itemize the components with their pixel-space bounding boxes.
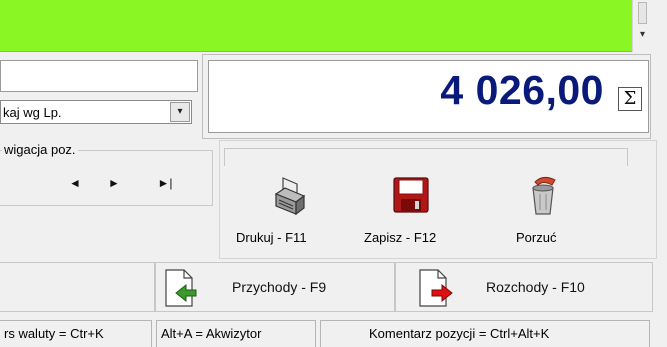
income-button-label: Przychody - F9 (232, 279, 327, 295)
print-button-label: Drukuj - F11 (236, 230, 307, 245)
trash-bin-icon (532, 176, 556, 215)
total-display: 4 026,00 Σ (208, 60, 649, 133)
search-input[interactable] (0, 60, 198, 92)
discard-button-label: Porzuć (516, 230, 557, 245)
income-document-icon (165, 269, 197, 307)
scrollbar-thumb[interactable] (638, 2, 647, 24)
save-button[interactable]: Zapisz - F12 (364, 170, 456, 250)
sort-combobox[interactable]: kaj wg Lp. ▾ (0, 100, 192, 124)
status-comment-hint: Komentarz pozycji = Ctrl+Alt+K (320, 320, 650, 347)
floppy-disk-icon (393, 177, 429, 213)
total-amount: 4 026,00 (440, 67, 604, 113)
nav-last-button[interactable]: ►| (152, 172, 178, 194)
expense-document-icon (419, 269, 453, 307)
actions-group-frame (224, 148, 628, 166)
status-currency-hint: rs waluty = Ctr+K (0, 320, 152, 347)
discard-button[interactable]: Porzuć (508, 170, 578, 250)
printer-icon (274, 177, 306, 216)
vertical-scrollbar[interactable]: ▾ (632, 0, 667, 52)
status-acquirer-hint: Alt+A = Akwizytor (156, 320, 316, 347)
nav-previous-button[interactable]: ◄ (62, 172, 88, 194)
scroll-down-arrow-icon[interactable]: ▾ (638, 26, 647, 44)
navigation-group-title: wigacja poz. (2, 142, 78, 157)
save-button-label: Zapisz - F12 (364, 230, 437, 245)
print-button[interactable]: Drukuj - F11 (236, 170, 320, 250)
expense-button[interactable]: Rozchody - F10 (395, 262, 653, 312)
expense-button-label: Rozchody - F10 (486, 279, 585, 295)
income-button[interactable]: Przychody - F9 (155, 262, 395, 312)
bottom-left-field (0, 262, 155, 312)
dropdown-arrow-icon[interactable]: ▾ (170, 102, 190, 122)
status-color-bar (0, 0, 632, 52)
nav-next-button[interactable]: ► (101, 172, 127, 194)
sort-combobox-value: kaj wg Lp. (3, 105, 62, 120)
sum-button[interactable]: Σ (618, 87, 642, 111)
